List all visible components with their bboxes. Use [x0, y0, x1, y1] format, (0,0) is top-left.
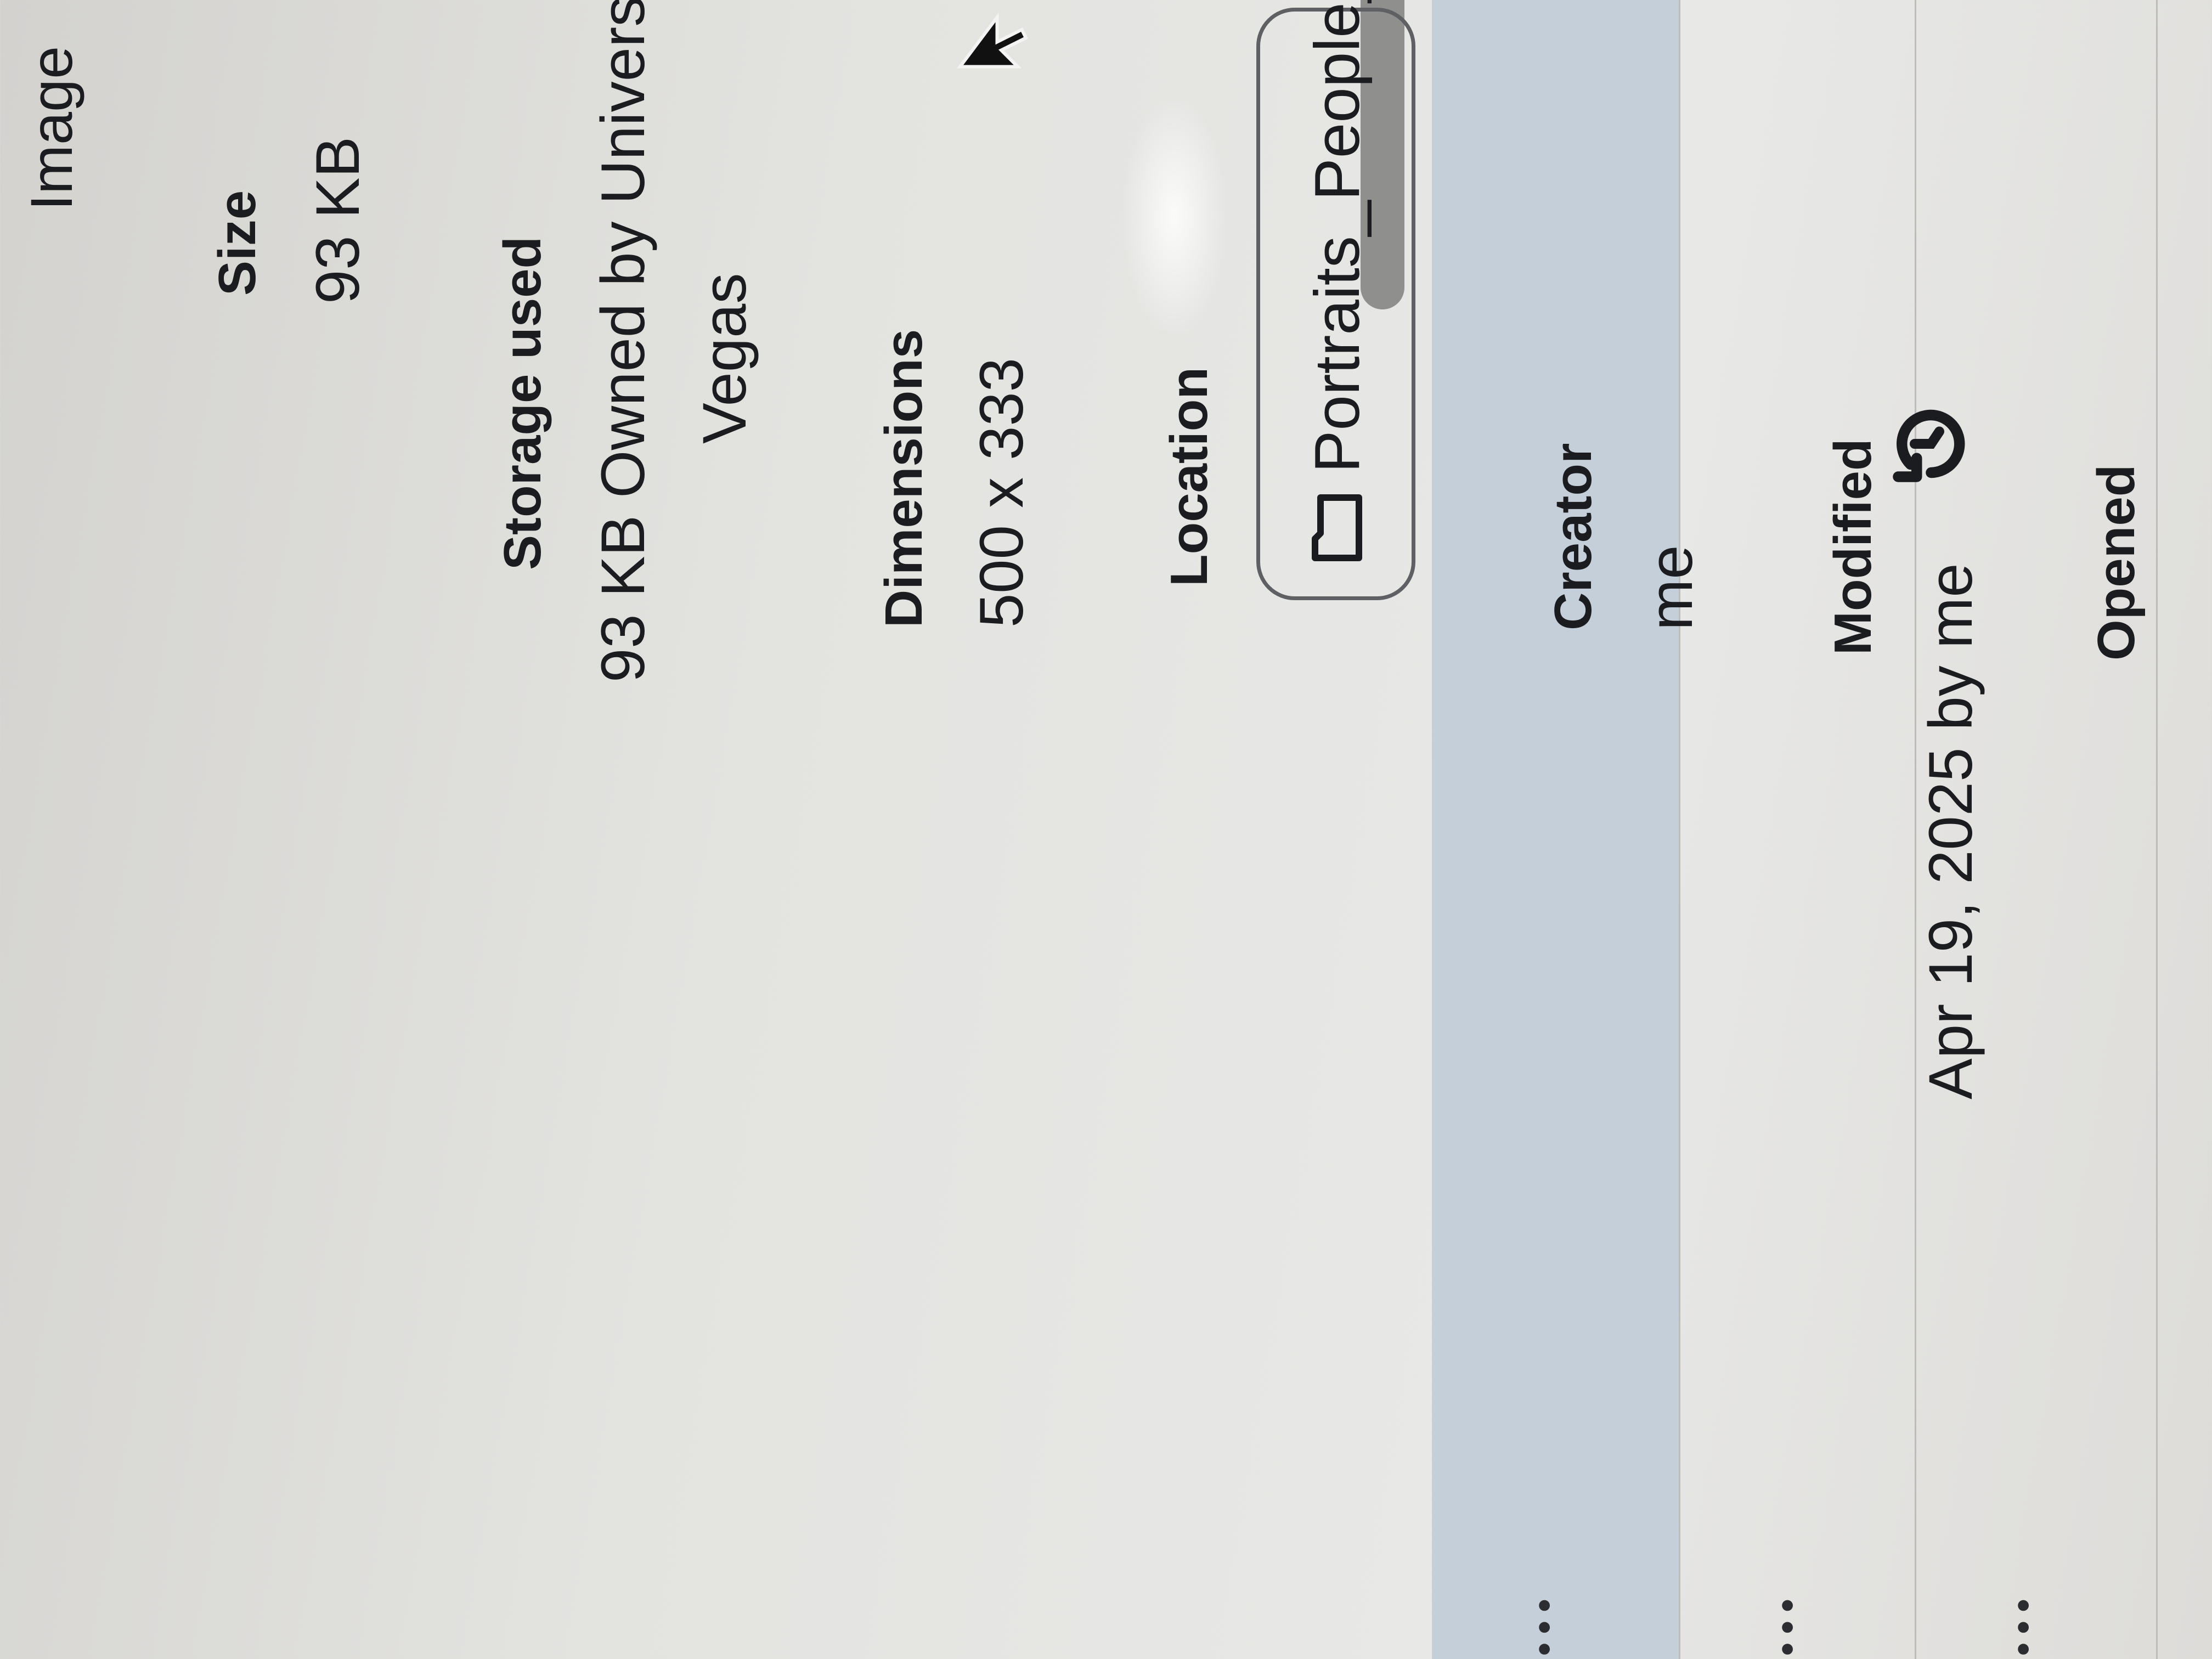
- history-icon[interactable]: [1882, 394, 1980, 493]
- modified-label: Modified: [1824, 438, 1882, 655]
- modified-value: Apr 19, 2025 by me: [1916, 563, 1985, 1099]
- screen: ••• ••• ••• •••••••••••••••••• Image Siz…: [0, 0, 2212, 1659]
- details-panel-lower: Modified Apr 19, 2025 by me Opened: [0, 0, 2146, 1659]
- creator-label: Creator: [1544, 443, 1602, 630]
- creator-value: me: [1637, 545, 1705, 630]
- opened-label: Opened: [2087, 464, 2146, 661]
- mouse-cursor-icon: [957, 12, 1029, 69]
